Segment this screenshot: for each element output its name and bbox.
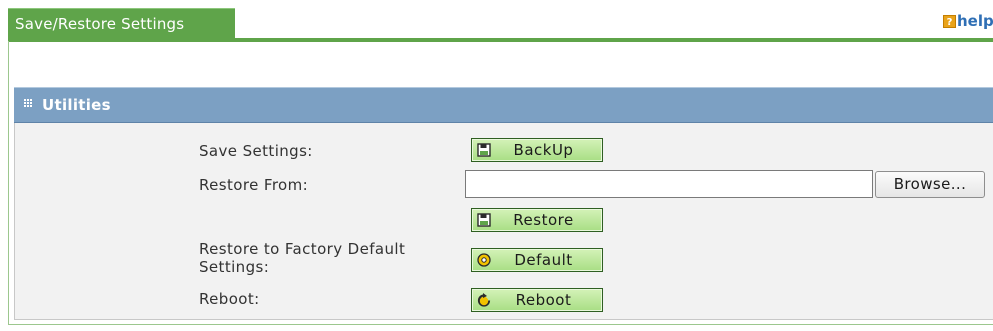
page-tab-title: Save/Restore Settings: [15, 15, 185, 33]
factory-default-label-line1: Restore to Factory Default: [199, 240, 406, 258]
browse-button[interactable]: Browse...: [875, 171, 985, 198]
utilities-section-header: Utilities: [14, 87, 993, 123]
default-button-label: Default: [514, 251, 573, 269]
default-button[interactable]: Default: [471, 248, 603, 272]
reboot-button-label: Reboot: [515, 291, 572, 309]
grip-icon: [24, 99, 33, 108]
factory-default-label-line2: Settings:: [199, 258, 270, 276]
save-icon: [477, 213, 491, 227]
restore-from-label: Restore From:: [199, 176, 309, 194]
restore-file-input[interactable]: [465, 170, 873, 198]
backup-button-label: BackUp: [513, 141, 574, 159]
restore-button[interactable]: Restore: [471, 208, 603, 232]
save-icon: [477, 143, 491, 157]
default-icon: [477, 253, 491, 267]
section-title: Utilities: [42, 96, 111, 114]
backup-button[interactable]: BackUp: [471, 138, 603, 162]
page-tab[interactable]: Save/Restore Settings: [8, 8, 235, 40]
help-link[interactable]: ? help: [943, 10, 993, 32]
restore-button-label: Restore: [513, 211, 574, 229]
reboot-label: Reboot:: [199, 290, 260, 308]
reboot-button[interactable]: Reboot: [471, 288, 603, 312]
reboot-icon: [477, 293, 491, 307]
help-label: help: [957, 12, 993, 30]
help-icon: ?: [943, 14, 956, 28]
save-settings-label: Save Settings:: [199, 142, 313, 160]
